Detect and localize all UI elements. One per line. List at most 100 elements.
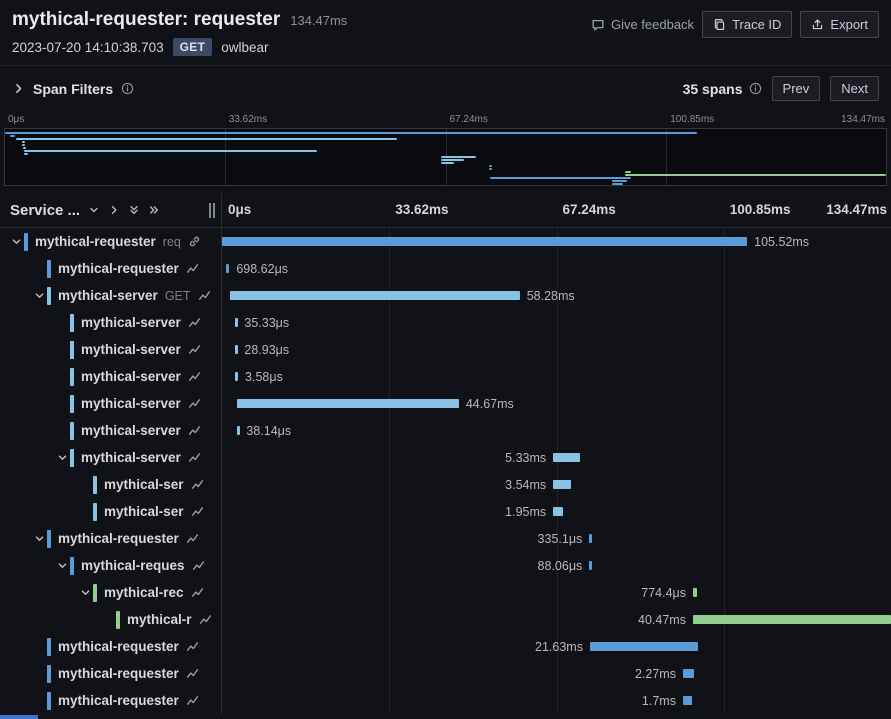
span-duration-bar[interactable] [682, 669, 695, 678]
minimap-canvas[interactable] [4, 128, 887, 186]
give-feedback-label: Give feedback [610, 17, 695, 32]
info-icon[interactable] [121, 82, 134, 95]
span-row[interactable]: mythical-requester 698.62μs [0, 255, 891, 282]
span-service-name: mythical-requester [58, 693, 179, 708]
angles-down-icon[interactable] [128, 204, 140, 216]
service-color-indicator [47, 691, 51, 710]
chart-icon[interactable] [191, 586, 204, 599]
span-duration-bar[interactable] [589, 561, 593, 570]
span-row[interactable]: mythical-requester 1.7ms [0, 687, 891, 714]
angles-right-icon[interactable] [148, 204, 160, 216]
minimap-gridline [665, 129, 667, 185]
next-button[interactable]: Next [830, 76, 879, 101]
service-color-indicator [116, 610, 120, 629]
service-color-indicator [70, 448, 74, 467]
span-name-cell: mythical-ser [0, 471, 222, 498]
chart-icon[interactable] [188, 316, 201, 329]
span-service-name: mythical-server [81, 423, 181, 438]
chevron-down-icon[interactable] [31, 533, 47, 544]
span-duration-label: 1.95ms [505, 505, 547, 519]
service-column-header[interactable]: Service ... [0, 193, 222, 227]
chevron-down-icon[interactable] [54, 452, 70, 463]
span-row[interactable]: mythical-server 38.14μs [0, 417, 891, 444]
span-row[interactable]: mythical-reques 88.06μs [0, 552, 891, 579]
span-row[interactable]: mythical-ser 3.54ms [0, 471, 891, 498]
span-duration-bar[interactable] [236, 399, 459, 408]
chart-icon[interactable] [188, 424, 201, 437]
span-row[interactable]: mythical-requester 2.27ms [0, 660, 891, 687]
span-row[interactable]: mythical-r 40.47ms [0, 606, 891, 633]
span-duration-bar[interactable] [226, 264, 230, 273]
trace-id-button[interactable]: Trace ID [702, 11, 793, 38]
service-color-indicator [93, 475, 97, 494]
info-icon[interactable] [749, 82, 762, 95]
chevron-down-icon[interactable] [31, 290, 47, 301]
span-name-cell: mythical-server [0, 444, 222, 471]
span-row[interactable]: mythical-rec 774.4μs [0, 579, 891, 606]
span-duration-bar[interactable] [589, 534, 593, 543]
minimap-span-line [441, 162, 455, 164]
chevron-down-icon[interactable] [54, 560, 70, 571]
span-name-cell: mythical-requester [0, 687, 222, 714]
span-duration-bar[interactable] [553, 507, 564, 516]
chart-icon[interactable] [186, 667, 199, 680]
scrollbar-thumb[interactable] [0, 715, 38, 719]
chevron-down-icon[interactable] [77, 587, 93, 598]
span-service-name: mythical-requester [58, 261, 179, 276]
chart-icon[interactable] [188, 370, 201, 383]
chart-icon[interactable] [188, 343, 201, 356]
minimap-tick: 134.47ms [841, 114, 885, 125]
span-row[interactable]: mythical-server 3.58μs [0, 363, 891, 390]
span-duration-bar[interactable] [682, 696, 692, 705]
span-duration-bar[interactable] [230, 291, 520, 300]
span-duration-label: 35.33μs [244, 316, 290, 330]
span-duration-bar[interactable] [222, 237, 748, 246]
minimap-span-line [488, 168, 493, 170]
span-duration-bar[interactable] [234, 345, 238, 354]
span-duration-bar[interactable] [692, 588, 697, 597]
chart-icon[interactable] [186, 694, 199, 707]
chart-icon[interactable] [199, 613, 212, 626]
span-duration-bar[interactable] [553, 480, 571, 489]
span-duration-bar[interactable] [553, 453, 580, 462]
span-service-name: mythical-requester [35, 234, 156, 249]
span-row[interactable]: mythical-requester 21.63ms [0, 633, 891, 660]
give-feedback-link[interactable]: Give feedback [591, 17, 694, 32]
chart-icon[interactable] [198, 289, 211, 302]
chart-icon[interactable] [192, 559, 205, 572]
export-button[interactable]: Export [800, 11, 879, 38]
span-duration-bar[interactable] [235, 372, 239, 381]
span-duration-bar[interactable] [236, 426, 240, 435]
chart-icon[interactable] [191, 478, 204, 491]
span-track: 3.58μs [222, 363, 891, 390]
chart-icon[interactable] [186, 532, 199, 545]
chart-icon[interactable] [188, 397, 201, 410]
span-row[interactable]: mythical-server 35.33μs [0, 309, 891, 336]
chart-icon[interactable] [186, 640, 199, 653]
span-service-name: mythical-requester [58, 531, 179, 546]
chart-icon[interactable] [186, 262, 199, 275]
chart-icon[interactable] [188, 451, 201, 464]
column-resize-handle[interactable] [209, 203, 216, 218]
span-row[interactable]: mythical-ser 1.95ms [0, 498, 891, 525]
span-row[interactable]: mythical-server 28.93μs [0, 336, 891, 363]
export-icon [811, 18, 824, 31]
span-service-name: mythical-server [81, 315, 181, 330]
span-row[interactable]: mythical-server 44.67ms [0, 390, 891, 417]
link-icon[interactable] [188, 235, 201, 248]
span-row[interactable]: mythical-server GET 58.28ms [0, 282, 891, 309]
chevron-down-icon[interactable] [8, 236, 24, 247]
chevron-right-icon[interactable] [12, 82, 25, 95]
span-track: 5.33ms [222, 444, 891, 471]
span-row[interactable]: mythical-requester 335.1μs [0, 525, 891, 552]
span-duration-bar[interactable] [589, 642, 698, 651]
chart-icon[interactable] [191, 505, 204, 518]
chevron-down-icon[interactable] [88, 204, 100, 216]
span-name-cell: mythical-requester req [0, 228, 222, 255]
span-duration-bar[interactable] [692, 615, 891, 624]
prev-button[interactable]: Prev [771, 76, 821, 101]
span-row[interactable]: mythical-server 5.33ms [0, 444, 891, 471]
span-row[interactable]: mythical-requester req 105.52ms [0, 228, 891, 255]
span-duration-bar[interactable] [234, 318, 238, 327]
angle-right-icon[interactable] [108, 204, 120, 216]
